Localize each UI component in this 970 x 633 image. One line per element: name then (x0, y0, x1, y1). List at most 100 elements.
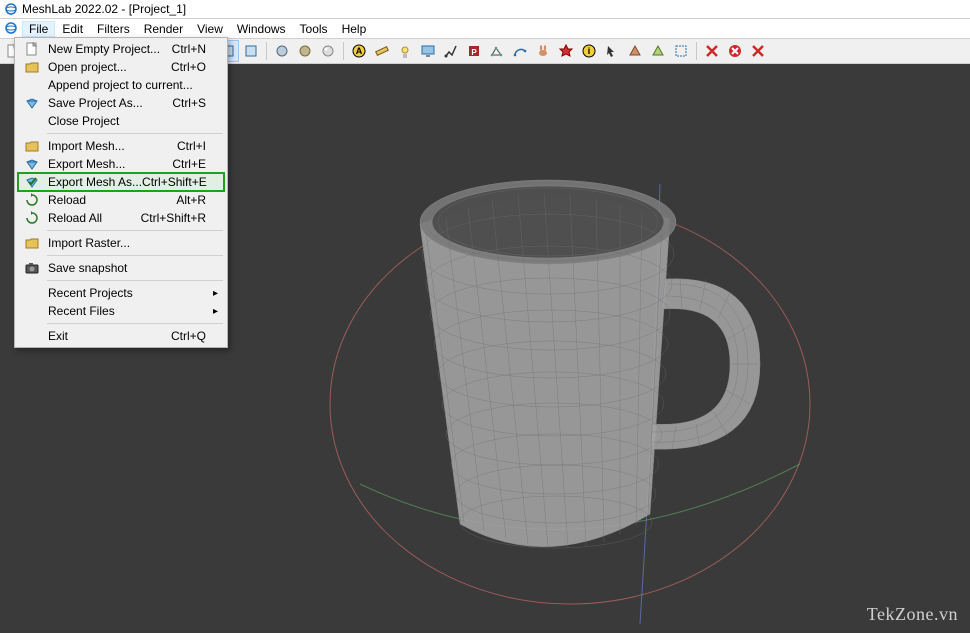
file-menu-dropdown: New Empty Project...Ctrl+NOpen project..… (14, 37, 228, 348)
menu-separator (47, 230, 223, 231)
svg-text:i: i (588, 46, 591, 56)
menu-item-append-project-to-current[interactable]: Append project to current... (18, 76, 224, 94)
menu-item-label: Import Mesh... (42, 139, 177, 153)
folder-icon (22, 59, 42, 75)
light-icon[interactable] (394, 40, 416, 62)
render-1[interactable] (271, 40, 293, 62)
render-2[interactable] (294, 40, 316, 62)
menu-windows[interactable]: Windows (230, 21, 293, 37)
blank-icon (22, 285, 42, 301)
del-3[interactable] (747, 40, 769, 62)
menu-item-label: Open project... (42, 60, 171, 74)
diamond-check-icon (22, 174, 42, 190)
menu-item-exit[interactable]: ExitCtrl+Q (18, 327, 224, 345)
submenu-arrow-icon: ▸ (213, 306, 218, 317)
plugin-icon[interactable]: P (463, 40, 485, 62)
menu-item-recent-files[interactable]: Recent Files ▸ (18, 302, 224, 320)
menu-item-shortcut: Ctrl+Shift+E (142, 175, 207, 189)
tri2-icon[interactable] (647, 40, 669, 62)
app-icon-small (4, 21, 20, 37)
menu-view[interactable]: View (190, 21, 230, 37)
menu-item-export-mesh[interactable]: Export Mesh...Ctrl+E (18, 155, 224, 173)
titlebar: MeshLab 2022.02 - [Project_1] (0, 0, 970, 19)
menu-item-shortcut: Ctrl+N (172, 42, 206, 56)
menu-item-label: Exit (42, 329, 171, 343)
menu-item-label: Save snapshot (42, 261, 206, 275)
menu-edit[interactable]: Edit (55, 21, 90, 37)
menu-separator (47, 323, 223, 324)
menu-item-label: Save Project As... (42, 96, 172, 110)
render-3[interactable] (317, 40, 339, 62)
toolbar-separator (696, 42, 697, 60)
menu-render[interactable]: Render (137, 21, 190, 37)
menu-item-label: Reload All (42, 211, 141, 225)
menu-item-label: Reload (42, 193, 176, 207)
menu-item-save-snapshot[interactable]: Save snapshot (18, 259, 224, 277)
toolbar-separator (266, 42, 267, 60)
bunny-icon[interactable] (532, 40, 554, 62)
menu-item-label: Recent Projects (42, 286, 206, 300)
menu-separator (47, 255, 223, 256)
measure-icon[interactable] (371, 40, 393, 62)
menu-item-import-raster[interactable]: Import Raster... (18, 234, 224, 252)
menubar: FileEditFiltersRenderViewWindowsToolsHel… (0, 19, 970, 39)
menu-item-save-project-as[interactable]: Save Project As...Ctrl+S (18, 94, 224, 112)
edge-icon[interactable] (486, 40, 508, 62)
reload-icon (22, 192, 42, 208)
camera-icon (22, 260, 42, 276)
menu-file[interactable]: File (22, 21, 55, 37)
menu-item-label: Export Mesh... (42, 157, 172, 171)
smooth-icon[interactable] (240, 40, 262, 62)
new-doc-icon (22, 41, 42, 57)
submenu-arrow-icon: ▸ (213, 288, 218, 299)
blank-icon (22, 328, 42, 344)
menu-item-label: Append project to current... (42, 78, 206, 92)
window-title: MeshLab 2022.02 - [Project_1] (22, 2, 186, 16)
menu-item-export-mesh-as[interactable]: Export Mesh As...Ctrl+Shift+E (18, 173, 224, 191)
sel-icon[interactable] (670, 40, 692, 62)
diamond-icon (22, 156, 42, 172)
menu-item-shortcut: Ctrl+E (172, 157, 206, 171)
menu-help[interactable]: Help (335, 21, 374, 37)
menu-item-import-mesh[interactable]: Import Mesh...Ctrl+I (18, 137, 224, 155)
folder-icon (22, 138, 42, 154)
menu-tools[interactable]: Tools (293, 21, 335, 37)
del-2[interactable] (724, 40, 746, 62)
menu-separator (47, 133, 223, 134)
menu-item-label: Recent Files (42, 304, 206, 318)
screen-icon[interactable] (417, 40, 439, 62)
pick-icon[interactable] (601, 40, 623, 62)
badge-a[interactable]: A (348, 40, 370, 62)
arc-icon[interactable] (509, 40, 531, 62)
folder-icon (22, 235, 42, 251)
blank-icon (22, 113, 42, 129)
blank-icon (22, 77, 42, 93)
menu-item-label: New Empty Project... (42, 42, 172, 56)
menu-item-label: Import Raster... (42, 236, 206, 250)
menu-item-reload-all[interactable]: Reload AllCtrl+Shift+R (18, 209, 224, 227)
watermark-text: TekZone.vn (867, 604, 958, 625)
del-1[interactable] (701, 40, 723, 62)
info-icon[interactable]: i (578, 40, 600, 62)
menu-item-label: Export Mesh As... (42, 175, 142, 189)
menu-item-shortcut: Ctrl+I (177, 139, 206, 153)
diamond-icon (22, 95, 42, 111)
menu-item-reload[interactable]: ReloadAlt+R (18, 191, 224, 209)
menu-item-close-project[interactable]: Close Project (18, 112, 224, 130)
menu-item-shortcut: Alt+R (176, 193, 206, 207)
menu-item-open-project[interactable]: Open project...Ctrl+O (18, 58, 224, 76)
menu-item-shortcut: Ctrl+S (172, 96, 206, 110)
app-icon (4, 2, 18, 16)
menu-item-shortcut: Ctrl+O (171, 60, 206, 74)
brush-icon[interactable] (440, 40, 462, 62)
svg-text:P: P (471, 48, 477, 57)
toolbar-separator (343, 42, 344, 60)
blank-icon (22, 303, 42, 319)
reload-icon (22, 210, 42, 226)
tri-icon[interactable] (624, 40, 646, 62)
star-icon[interactable] (555, 40, 577, 62)
menu-filters[interactable]: Filters (90, 21, 137, 37)
menu-item-new-empty-project[interactable]: New Empty Project...Ctrl+N (18, 40, 224, 58)
svg-text:A: A (356, 46, 363, 56)
menu-item-recent-projects[interactable]: Recent Projects ▸ (18, 284, 224, 302)
